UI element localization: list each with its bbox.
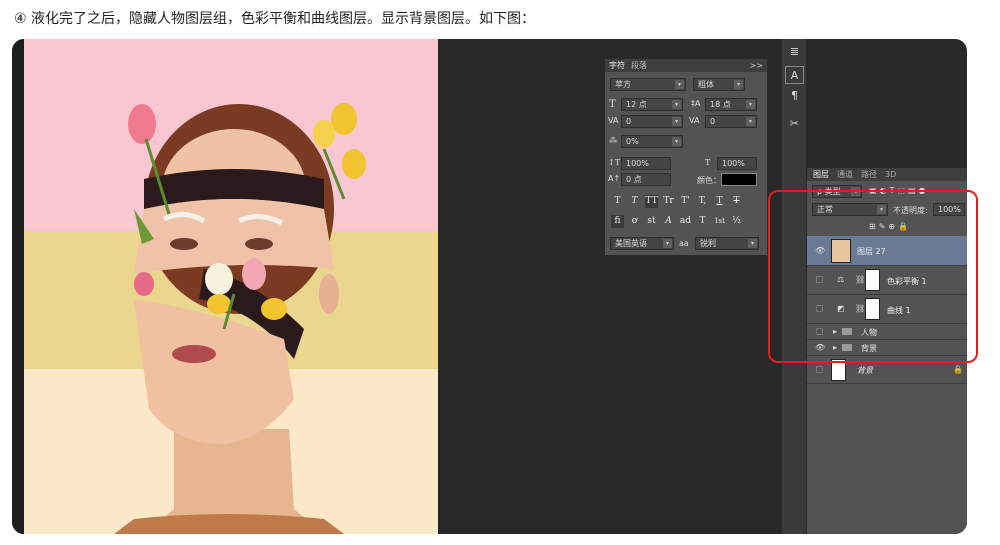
all-caps-button[interactable]: TT <box>645 195 658 208</box>
article-caption: ④ 液化完了之后，隐藏人物图层组，色彩平衡和曲线图层。显示背景图层。如下图： <box>14 11 535 27</box>
tab-3d[interactable]: 3D <box>885 170 896 179</box>
kerning-field[interactable]: 0 ▾ <box>621 115 683 128</box>
layer-name: 背景 <box>857 366 873 375</box>
old-style-button[interactable]: ơ <box>628 215 641 228</box>
color-label: 颜色： <box>697 176 721 185</box>
portrait-illustration <box>114 103 366 534</box>
stylistic-alternates-button[interactable]: ad <box>679 215 692 228</box>
chevron-down-icon: ▾ <box>672 117 681 126</box>
chevron-down-icon: ▾ <box>748 239 757 248</box>
subscript-button[interactable]: T, <box>696 195 709 208</box>
chevron-down-icon: ▾ <box>746 100 755 109</box>
tab-layers[interactable]: 图层 <box>813 169 829 180</box>
font-size-value: 12 点 <box>626 100 647 109</box>
font-family-value: 苹方 <box>615 80 631 89</box>
swash-button[interactable]: A <box>662 215 675 228</box>
canvas-edge <box>12 39 24 534</box>
baseline-shift-icon: A↑ <box>608 174 621 183</box>
tracking-icon: VA <box>689 116 700 125</box>
character-panel-tabs: 字符 段落 >> <box>605 59 767 72</box>
underline-button[interactable]: T <box>713 195 726 208</box>
fractions-button[interactable]: ½ <box>730 215 743 228</box>
leading-field[interactable]: 18 点 ▾ <box>705 98 757 111</box>
superscript-button[interactable]: T' <box>679 195 692 208</box>
font-size-field[interactable]: 12 点 ▾ <box>621 98 683 111</box>
layers-panel-tabs: 图层 通道 路径 3D <box>807 168 967 181</box>
discretionary-ligatures-button[interactable]: st <box>645 215 658 228</box>
baseline-shift-field[interactable]: 0 点 <box>621 173 671 186</box>
canvas-artwork <box>24 39 438 534</box>
tab-character[interactable]: 字符 <box>609 60 625 71</box>
horizontal-scale-icon: T <box>705 158 711 167</box>
vertical-scale-field[interactable]: 100% <box>621 157 671 170</box>
chevron-down-icon: ▾ <box>734 80 743 89</box>
font-style-select[interactable]: 粗体 ▾ <box>693 78 745 91</box>
tools-icon[interactable]: ✂ <box>785 115 804 133</box>
paragraph-styles-icon[interactable]: ≣ <box>785 43 804 61</box>
tracking-field[interactable]: 0 ▾ <box>705 115 757 128</box>
opentype-buttons: fi ơ st A ad T 1st ½ <box>611 215 743 228</box>
vertical-scale-icon: ↕T <box>608 158 621 167</box>
horizontal-scale-field[interactable]: 100% <box>717 157 757 170</box>
panel-menu-icon[interactable]: >> <box>750 61 763 70</box>
baseline-shift-value: 0 点 <box>626 175 642 184</box>
kerning-icon: VA <box>608 116 619 125</box>
character-panel-icon[interactable]: A <box>785 66 804 84</box>
text-color-swatch[interactable] <box>721 173 757 186</box>
tsume-field[interactable]: 0% ▾ <box>621 135 683 148</box>
chevron-down-icon: ▾ <box>672 100 681 109</box>
tracking-value: 0 <box>710 117 716 126</box>
strikethrough-button[interactable]: T <box>730 195 743 208</box>
character-panel: 字符 段落 >> 苹方 ▾ 粗体 ▾ T 12 点 ▾ ‡A 18 点 ▾ VA… <box>604 58 768 256</box>
paragraph-icon[interactable]: ¶ <box>785 87 804 105</box>
chevron-down-icon: ▾ <box>746 117 755 126</box>
font-size-icon: T <box>609 99 616 110</box>
antialias-label: aa <box>679 239 689 248</box>
tsume-value: 0% <box>626 137 639 146</box>
faux-italic-button[interactable]: T <box>628 195 641 208</box>
tab-paths[interactable]: 路径 <box>861 169 877 180</box>
leading-value: 18 点 <box>710 100 731 109</box>
tab-channels[interactable]: 通道 <box>837 169 853 180</box>
kerning-value: 0 <box>626 117 632 126</box>
chevron-down-icon: ▾ <box>675 80 684 89</box>
highlight-annotation <box>768 190 978 363</box>
visibility-toggle[interactable] <box>816 366 823 373</box>
antialias-value: 锐利 <box>700 239 716 248</box>
lock-icon: 🔒 <box>953 365 963 374</box>
antialias-select[interactable]: 锐利 ▾ <box>695 237 759 250</box>
ligatures-button[interactable]: fi <box>611 215 624 228</box>
font-style-value: 粗体 <box>698 80 714 89</box>
font-family-select[interactable]: 苹方 ▾ <box>610 78 686 91</box>
chevron-down-icon: ▾ <box>663 239 672 248</box>
faux-bold-button[interactable]: T <box>611 195 624 208</box>
type-style-buttons: T T TT Tr T' T, T T <box>611 195 743 208</box>
tsume-icon: ⁂ <box>609 136 617 145</box>
chevron-down-icon: ▾ <box>672 137 681 146</box>
leading-icon: ‡A <box>691 99 701 108</box>
ordinals-button[interactable]: 1st <box>713 215 726 228</box>
tab-paragraph[interactable]: 段落 <box>631 60 647 71</box>
titling-button[interactable]: T <box>696 215 709 228</box>
language-value: 美国英语 <box>615 239 647 248</box>
language-select[interactable]: 美国英语 ▾ <box>610 237 674 250</box>
small-caps-button[interactable]: Tr <box>662 195 675 208</box>
horizontal-scale-value: 100% <box>722 159 745 168</box>
vertical-scale-value: 100% <box>626 159 649 168</box>
